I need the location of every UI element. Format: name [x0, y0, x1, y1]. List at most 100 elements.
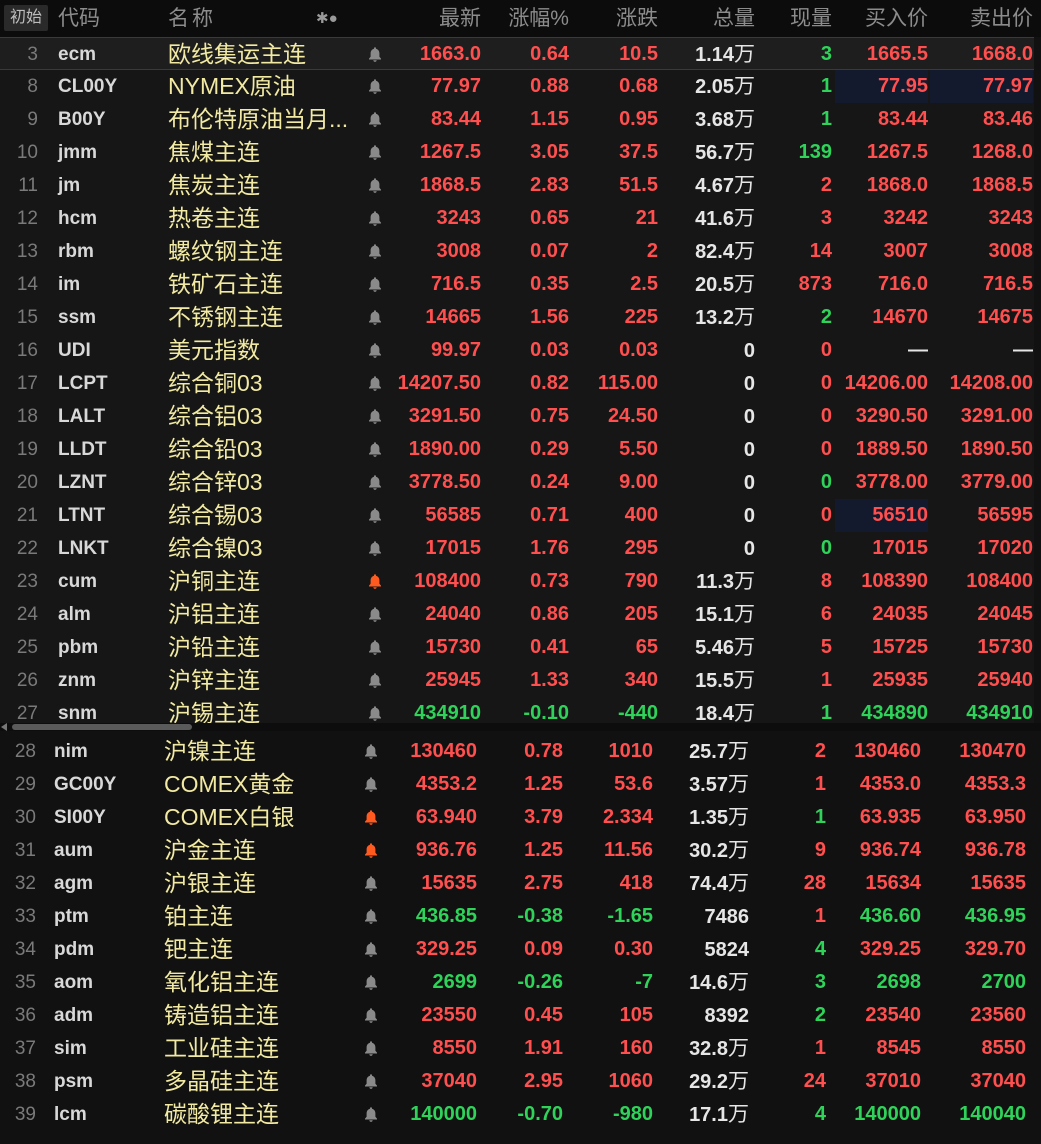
- bid-price[interactable]: 140000: [830, 1098, 921, 1131]
- ask-price[interactable]: 108400: [930, 565, 1033, 598]
- table-row[interactable]: 38 psm 多晶硅主连 37040 2.95 1060 29.2万 24 37010 37040: [0, 1065, 1041, 1098]
- ask-price[interactable]: 14675: [930, 301, 1033, 334]
- bid-price[interactable]: 37010: [830, 1065, 921, 1098]
- bid-price[interactable]: 1665.5: [835, 38, 928, 71]
- bid-price[interactable]: 3778.00: [835, 466, 928, 499]
- table-row[interactable]: 36 adm 铸造铝主连 23550 0.45 105 8392 2 23540 23560: [0, 999, 1041, 1032]
- symbol-code[interactable]: jmm: [58, 136, 97, 169]
- ask-price[interactable]: 83.46: [930, 103, 1033, 136]
- table-row[interactable]: 30 SI00Y COMEX白银 63.940 3.79 2.334 1.35万 1 63.93…: [0, 801, 1041, 834]
- ask-price[interactable]: 15635: [925, 867, 1026, 900]
- table-row[interactable]: 3 ecm 欧线集运主连 1663.0 0.64 10.5 1.14万 3 1665.5 1668…: [0, 37, 1041, 70]
- bid-price[interactable]: 4353.0: [830, 768, 921, 801]
- scrollbar-thumb[interactable]: [12, 724, 192, 730]
- scroll-left-arrow-icon[interactable]: [1, 723, 7, 731]
- table-row[interactable]: 37 sim 工业硅主连 8550 1.91 160 32.8万 1 8545 8550: [0, 1032, 1041, 1065]
- symbol-code[interactable]: sim: [54, 1032, 87, 1065]
- column-settings-icon[interactable]: ✱●: [316, 0, 338, 37]
- table-row[interactable]: 22 LNKT 综合镍03 17015 1.76 295 0 0 17015 17020: [0, 532, 1041, 565]
- symbol-code[interactable]: CL00Y: [58, 70, 117, 103]
- ask-price[interactable]: 1268.0: [930, 136, 1033, 169]
- ask-price[interactable]: 24045: [930, 598, 1033, 631]
- symbol-code[interactable]: ssm: [58, 301, 96, 334]
- symbol-name[interactable]: 沪铅主连: [168, 631, 360, 664]
- bid-price[interactable]: —: [835, 334, 928, 367]
- header-last[interactable]: 最新: [380, 0, 481, 37]
- symbol-name[interactable]: 碳酸锂主连: [164, 1098, 354, 1131]
- table-row[interactable]: 10 jmm 焦煤主连 1267.5 3.05 37.5 56.7万 139 1267.5 126…: [0, 136, 1041, 169]
- bid-price[interactable]: 329.25: [830, 933, 921, 966]
- symbol-name[interactable]: 综合铝03: [168, 400, 360, 433]
- ask-price[interactable]: 130470: [925, 735, 1026, 768]
- symbol-code[interactable]: pdm: [54, 933, 94, 966]
- symbol-code[interactable]: aum: [54, 834, 93, 867]
- symbol-name[interactable]: 综合铜03: [168, 367, 360, 400]
- table-row[interactable]: 16 UDI 美元指数 99.97 0.03 0.03 0 0— —: [0, 334, 1041, 367]
- bid-price[interactable]: 3007: [835, 235, 929, 268]
- symbol-code[interactable]: LTNT: [58, 499, 105, 532]
- symbol-code[interactable]: ptm: [54, 900, 89, 933]
- symbol-name[interactable]: 综合铅03: [168, 433, 360, 466]
- table-row[interactable]: 32 agm 沪银主连 15635 2.75 418 74.4万 28 15634 15635: [0, 867, 1041, 900]
- table-row[interactable]: 14 im 铁矿石主连 716.5 0.35 2.5 20.5万 873 716.0 716.5: [0, 268, 1041, 301]
- symbol-code[interactable]: adm: [54, 999, 93, 1032]
- symbol-name[interactable]: 综合锡03: [168, 499, 360, 532]
- symbol-code[interactable]: aom: [54, 966, 93, 999]
- bid-price[interactable]: 3290.50: [835, 400, 928, 433]
- symbol-code[interactable]: GC00Y: [54, 768, 116, 801]
- bid-price[interactable]: 24035: [835, 598, 928, 631]
- ask-price[interactable]: 329.70: [925, 933, 1026, 966]
- table-row[interactable]: 17 LCPT 综合铜03 14207.50 0.82 115.00 0 0 14206.00 1…: [0, 367, 1041, 400]
- symbol-code[interactable]: znm: [58, 664, 96, 697]
- ask-price[interactable]: 1890.50: [930, 433, 1033, 466]
- header-code[interactable]: 代码: [58, 0, 100, 37]
- symbol-name[interactable]: 沪镍主连: [164, 735, 354, 768]
- ask-price[interactable]: 15730: [930, 631, 1033, 664]
- header-name-prefix[interactable]: 名: [168, 0, 189, 37]
- bid-price[interactable]: 936.74: [830, 834, 921, 867]
- bid-price[interactable]: 2698: [830, 966, 922, 999]
- ask-price[interactable]: 23560: [925, 999, 1026, 1032]
- symbol-name[interactable]: 工业硅主连: [164, 1032, 354, 1065]
- symbol-code[interactable]: LZNT: [58, 466, 107, 499]
- symbol-code[interactable]: pbm: [58, 631, 98, 664]
- bid-price[interactable]: 17015: [835, 532, 928, 565]
- table-row[interactable]: 12 hcm 热卷主连 3243 0.65 21 41.6万 3 3242 3243: [0, 202, 1041, 235]
- bid-price[interactable]: 1868.0: [835, 169, 928, 202]
- ask-price[interactable]: 77.97: [930, 70, 1033, 103]
- table-row[interactable]: 28 nim 沪镍主连 130460 0.78 1010 25.7万 2 130460 13047…: [0, 735, 1041, 768]
- symbol-name[interactable]: 螺纹钢主连: [168, 235, 360, 268]
- table-row[interactable]: 34 pdm 钯主连 329.25 0.09 0.30 5824 4 329.25 329.70: [0, 933, 1041, 966]
- symbol-code[interactable]: UDI: [58, 334, 91, 367]
- symbol-code[interactable]: psm: [54, 1065, 93, 1098]
- bid-price[interactable]: 25935: [835, 664, 928, 697]
- symbol-code[interactable]: LCPT: [58, 367, 108, 400]
- header-volume[interactable]: 总量: [670, 0, 755, 37]
- header-change[interactable]: 涨跌: [580, 0, 658, 37]
- ask-price[interactable]: 14208.00: [930, 367, 1033, 400]
- symbol-name[interactable]: 欧线集运主连: [168, 38, 360, 71]
- symbol-name[interactable]: 沪金主连: [164, 834, 354, 867]
- symbol-name[interactable]: 沪铜主连: [168, 565, 360, 598]
- header-current-volume[interactable]: 现量: [765, 0, 832, 37]
- bid-price[interactable]: 716.0: [835, 268, 928, 301]
- symbol-code[interactable]: lcm: [54, 1098, 87, 1131]
- symbol-name[interactable]: 铁矿石主连: [168, 268, 360, 301]
- table-row[interactable]: 39 lcm 碳酸锂主连 140000 -0.70 -980 17.1万 4 140000 140…: [0, 1098, 1041, 1131]
- symbol-name[interactable]: 综合镍03: [168, 532, 360, 565]
- symbol-code[interactable]: im: [58, 268, 80, 301]
- symbol-name[interactable]: 氧化铝主连: [164, 966, 354, 999]
- symbol-code[interactable]: LLDT: [58, 433, 107, 466]
- ask-price[interactable]: 63.950: [925, 801, 1026, 834]
- symbol-name[interactable]: 沪锌主连: [168, 664, 360, 697]
- symbol-name[interactable]: 不锈钢主连: [168, 301, 360, 334]
- symbol-name[interactable]: COMEX白银: [164, 801, 354, 834]
- symbol-name[interactable]: 沪银主连: [164, 867, 354, 900]
- bid-price[interactable]: 77.95: [835, 70, 928, 103]
- ask-price[interactable]: 140040: [925, 1098, 1026, 1131]
- ask-price[interactable]: 1668.0: [930, 38, 1033, 71]
- table-row[interactable]: 23 cum 沪铜主连 108400 0.73 790 11.3万 8 108390 108400: [0, 565, 1041, 598]
- symbol-name[interactable]: 美元指数: [168, 334, 360, 367]
- symbol-code[interactable]: nim: [54, 735, 88, 768]
- symbol-code[interactable]: SI00Y: [54, 801, 106, 834]
